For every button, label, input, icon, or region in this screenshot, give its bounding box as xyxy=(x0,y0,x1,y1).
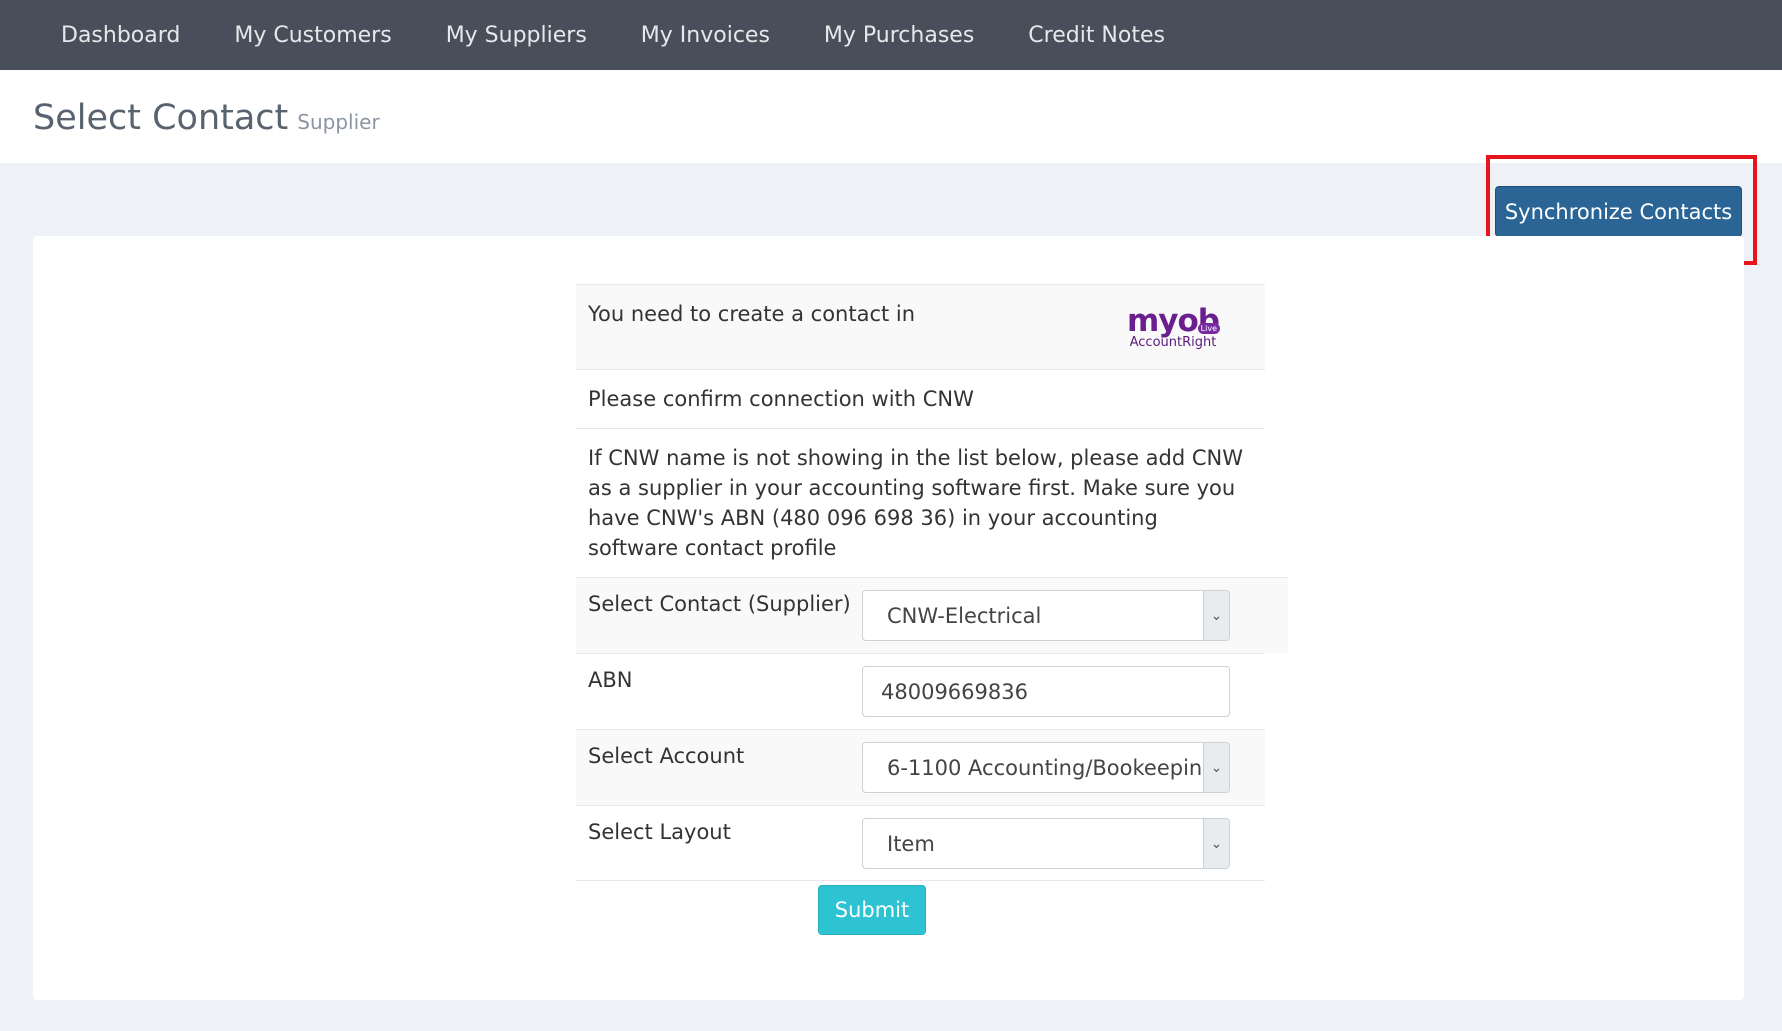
nav-credit-notes[interactable]: Credit Notes xyxy=(1001,23,1192,48)
nav-my-purchases[interactable]: My Purchases xyxy=(797,23,1001,48)
intro-row: You need to create a contact in myob Acc… xyxy=(576,284,1265,369)
account-row: Select Account 6-1100 Accounting/Bookeep… xyxy=(576,729,1265,805)
confirm-row: Please confirm connection with CNW xyxy=(576,369,1265,428)
account-select-value: 6-1100 Accounting/Bookeeping Fees xyxy=(887,755,1229,780)
contact-label: Select Contact (Supplier) xyxy=(588,592,851,616)
contact-select-value: CNW-Electrical xyxy=(887,603,1042,628)
layout-select[interactable]: Item ⌄ xyxy=(862,818,1230,869)
abn-row: ABN 48009669836 xyxy=(576,653,1265,729)
logo-badge: Live xyxy=(1197,323,1220,334)
contact-select[interactable]: CNW-Electrical ⌄ xyxy=(862,590,1230,641)
chevron-down-icon[interactable]: ⌄ xyxy=(1203,743,1229,792)
page-subtitle: Supplier xyxy=(297,110,380,134)
contact-row: Select Contact (Supplier) CNW-Electrical… xyxy=(576,577,1288,653)
nav-dashboard[interactable]: Dashboard xyxy=(34,23,207,48)
info-row: If CNW name is not showing in the list b… xyxy=(576,428,1265,577)
logo-sub: AccountRight xyxy=(1129,335,1217,350)
nav-my-suppliers[interactable]: My Suppliers xyxy=(419,23,614,48)
contact-form: You need to create a contact in myob Acc… xyxy=(576,284,1288,881)
submit-button[interactable]: Submit xyxy=(818,885,926,935)
abn-input[interactable]: 48009669836 xyxy=(862,666,1230,717)
account-select[interactable]: 6-1100 Accounting/Bookeeping Fees ⌄ xyxy=(862,742,1230,793)
layout-row: Select Layout Item ⌄ xyxy=(576,805,1265,881)
top-navbar: Dashboard My Customers My Suppliers My I… xyxy=(0,0,1782,70)
account-label: Select Account xyxy=(588,744,745,768)
confirm-text: Please confirm connection with CNW xyxy=(588,387,974,411)
layout-select-value: Item xyxy=(887,831,935,856)
info-text: If CNW name is not showing in the list b… xyxy=(588,446,1244,560)
abn-label: ABN xyxy=(588,668,633,692)
myob-logo: myob AccountRight Live xyxy=(1118,295,1228,361)
page-header: Select Contact Supplier xyxy=(0,70,1782,163)
layout-label: Select Layout xyxy=(588,820,731,844)
nav-my-customers[interactable]: My Customers xyxy=(207,23,418,48)
synchronize-contacts-button[interactable]: Synchronize Contacts xyxy=(1495,186,1742,237)
chevron-down-icon[interactable]: ⌄ xyxy=(1203,591,1229,640)
chevron-down-icon[interactable]: ⌄ xyxy=(1203,819,1229,868)
page-title: Select Contact xyxy=(33,98,289,138)
nav-my-invoices[interactable]: My Invoices xyxy=(614,23,797,48)
